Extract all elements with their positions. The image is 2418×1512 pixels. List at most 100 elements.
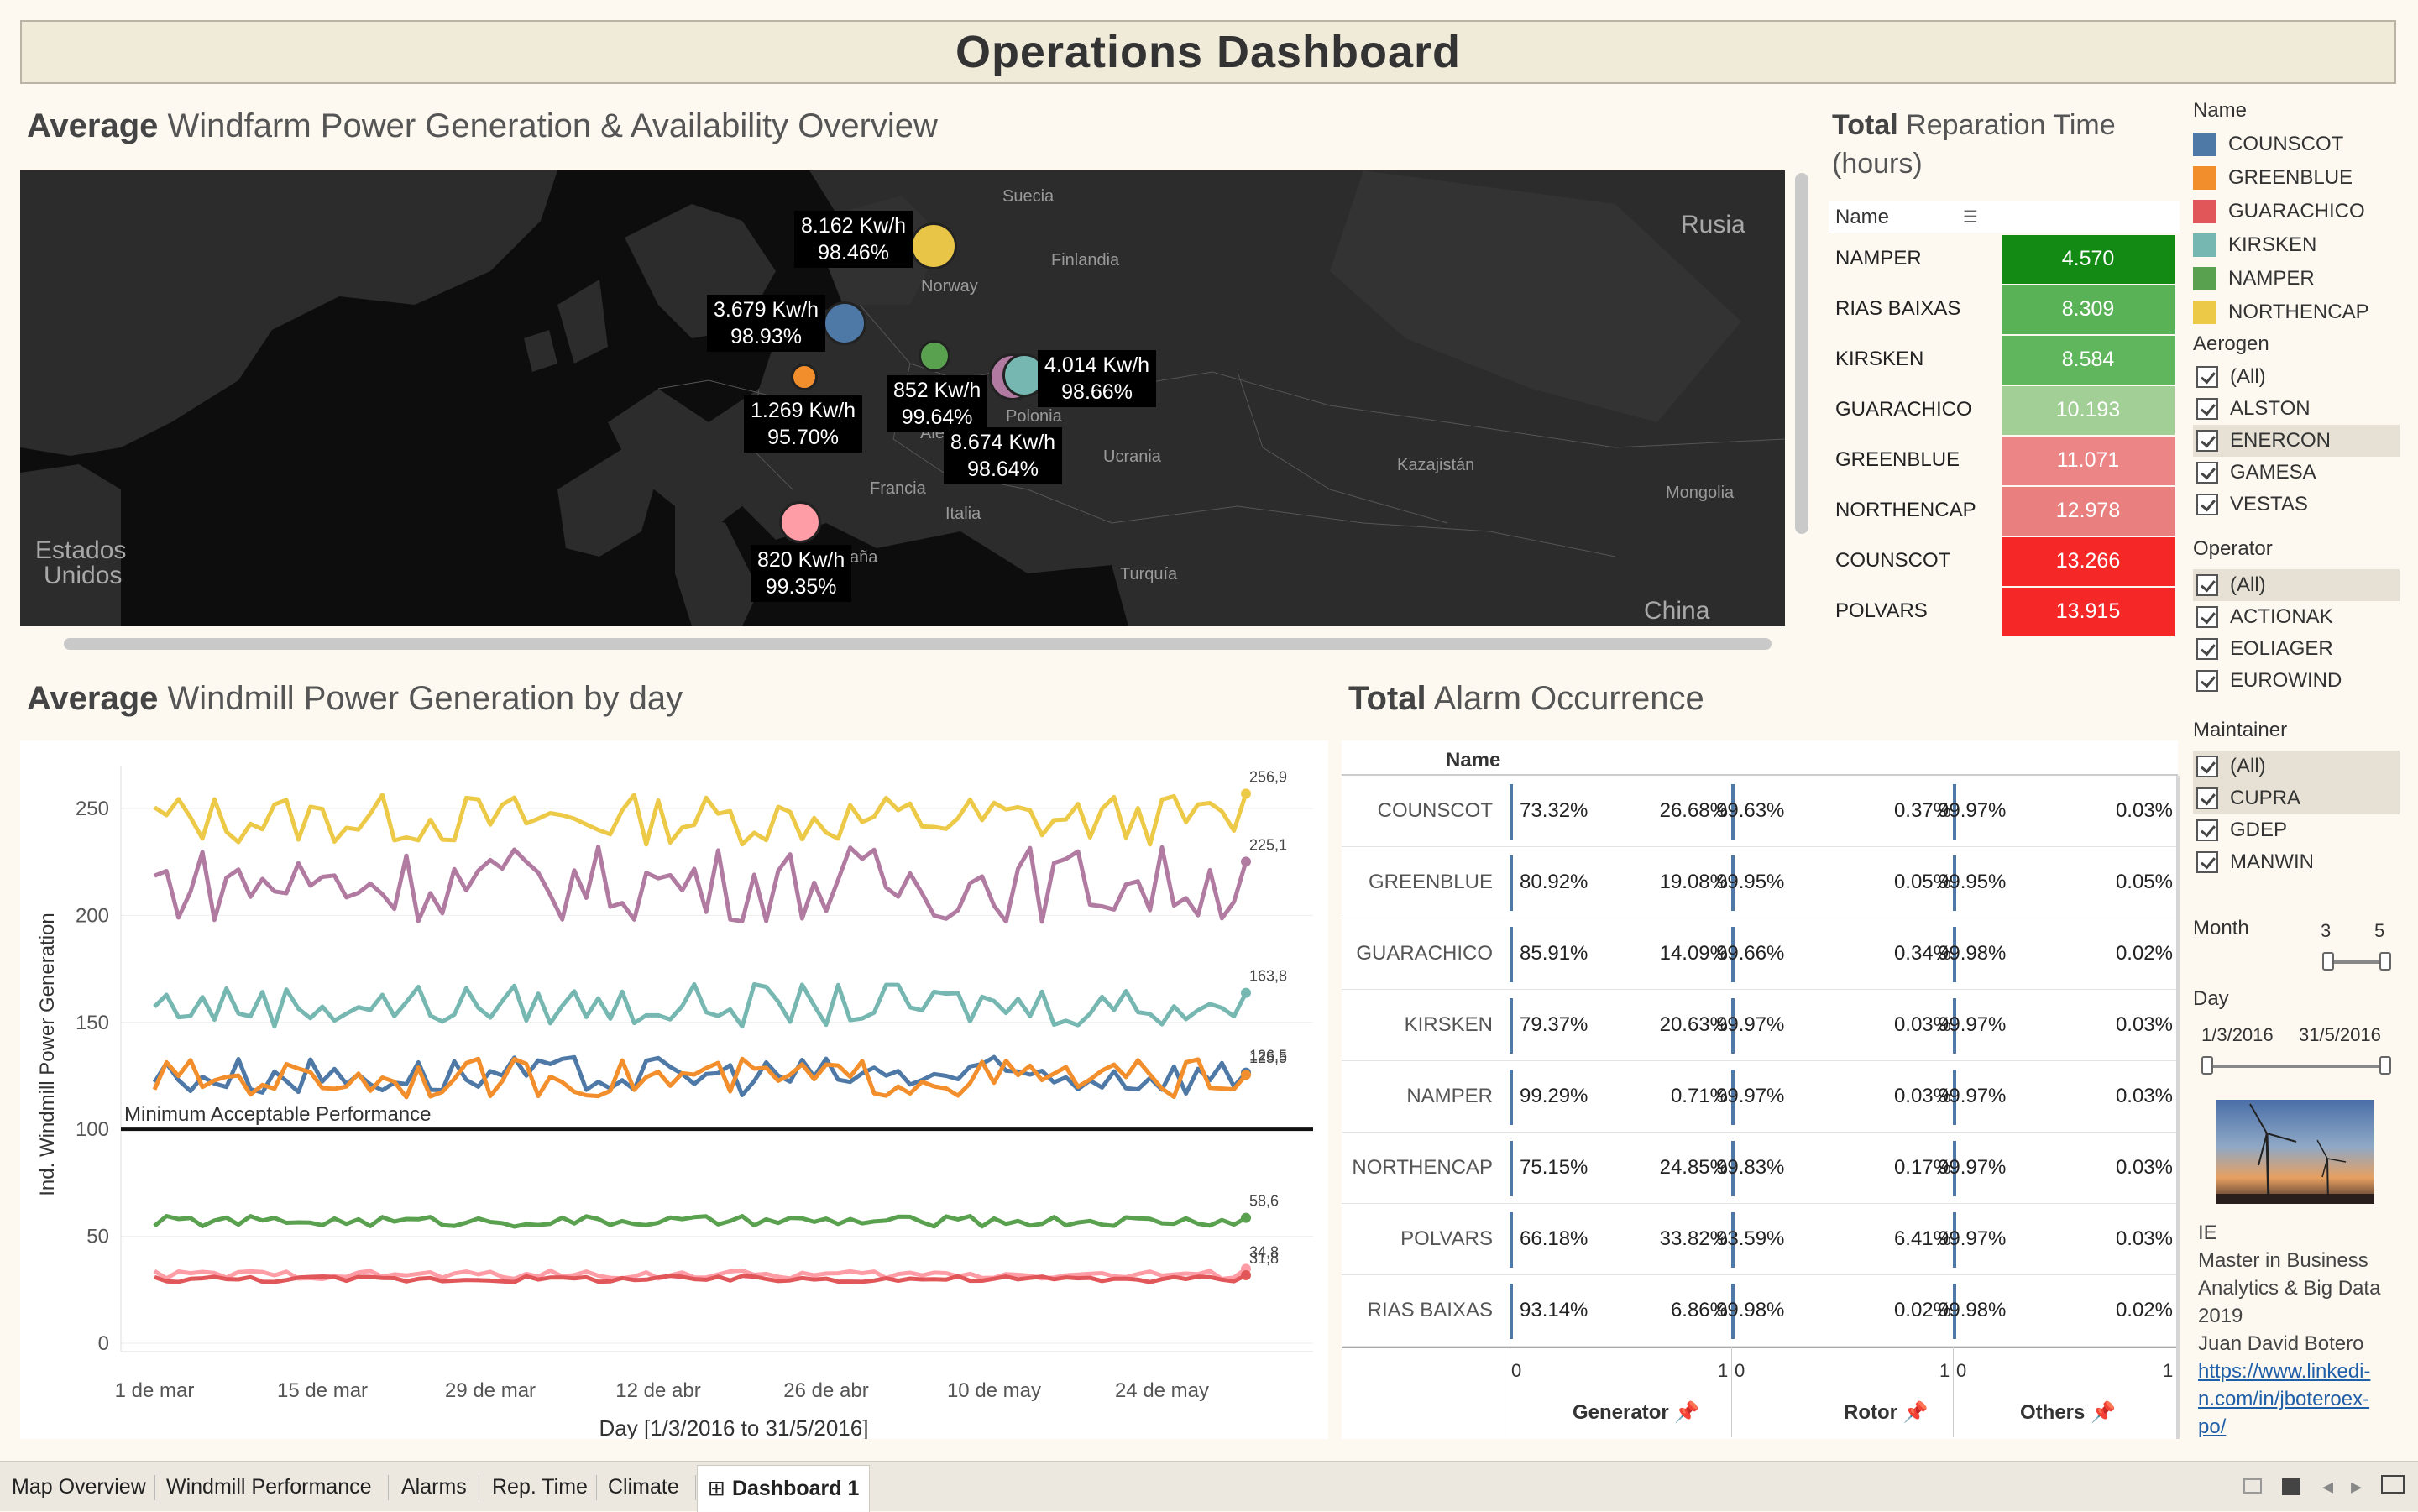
geo-label: Finlandia xyxy=(1051,251,1120,269)
legend-item[interactable]: COUNSCOT xyxy=(2193,128,2400,161)
alarm-row[interactable]: RIAS BAIXAS 93.14% 6.86% 99.98% 0.02% 99.98% 0… xyxy=(1342,1275,2178,1347)
checkbox-checked-icon[interactable] xyxy=(2196,398,2218,420)
rep-row[interactable]: KIRSKEN 8.584 xyxy=(1829,334,2180,385)
rep-row[interactable]: NORTHENCAP 12.978 xyxy=(1829,485,2180,536)
windfarm-bubble-counscot[interactable] xyxy=(823,301,866,345)
map-horizontal-scrollbar[interactable] xyxy=(64,638,1772,650)
series-end-point xyxy=(1241,856,1251,867)
windfarm-map[interactable]: Suecia Finlandia Norway Rusia Polonia Uc… xyxy=(20,170,1785,626)
rep-row-value: 13.266 xyxy=(2002,536,2175,586)
alarm-row[interactable]: GREENBLUE 80.92% 19.08% 99.95% 0.05% 99.95% 0.… xyxy=(1342,847,2178,918)
alarm-row-name: NAMPER xyxy=(1406,1085,1493,1107)
linkedin-link[interactable]: https://www.linkedi-n.com/in/jboteroex-p… xyxy=(2198,1358,2408,1441)
geo-label: Suecia xyxy=(1002,187,1055,206)
rep-row[interactable]: POLVARS 13.915 xyxy=(1829,586,2180,636)
alarm-row[interactable]: GUARACHICO 85.91% 14.09% 99.66% 0.34% 99.98% 0… xyxy=(1342,918,2178,990)
checkbox-checked-icon[interactable] xyxy=(2196,638,2218,660)
filter-option[interactable]: CUPRA xyxy=(2193,782,2400,814)
filter-option[interactable]: EUROWIND xyxy=(2193,665,2400,697)
windfarm-bubble-namper[interactable] xyxy=(919,340,950,372)
next-sheet-icon[interactable]: ▸ xyxy=(2351,1473,2362,1499)
alarm-value: 0.03% xyxy=(2115,1227,2173,1250)
legend-item[interactable]: GREENBLUE xyxy=(2193,161,2400,195)
pin-icon[interactable]: 📌 xyxy=(2091,1401,2116,1424)
day-slider-min-handle[interactable] xyxy=(2201,1056,2213,1075)
filter-option[interactable]: EOLIAGER xyxy=(2193,633,2400,665)
legend-item[interactable]: KIRSKEN xyxy=(2193,228,2400,262)
sheet-tabs: Map Overview Windmill Performance Alarms… xyxy=(0,1461,2418,1512)
month-slider-min-handle[interactable] xyxy=(2322,952,2334,971)
checkbox-checked-icon[interactable] xyxy=(2196,606,2218,628)
rep-row[interactable]: GREENBLUE 11.071 xyxy=(1829,435,2180,485)
rep-row[interactable]: GUARACHICO 10.193 xyxy=(1829,385,2180,435)
filter-option-label: (All) xyxy=(2230,365,2266,388)
y-tick-label: 250 xyxy=(76,798,109,820)
filter-option[interactable]: GAMESA xyxy=(2193,457,2400,489)
rep-row[interactable]: COUNSCOT 13.266 xyxy=(1829,536,2180,586)
checkbox-checked-icon[interactable] xyxy=(2196,574,2218,596)
legend-item[interactable]: NAMPER xyxy=(2193,262,2400,296)
month-slider-track[interactable] xyxy=(2327,960,2386,964)
tab-rep-time[interactable]: Rep. Time xyxy=(482,1470,598,1505)
pin-icon[interactable]: 📌 xyxy=(1903,1401,1929,1424)
day-slider-max-handle[interactable] xyxy=(2379,1056,2391,1075)
bubble-label-greenblue: 1.269 Kw/h 95.70% xyxy=(744,395,863,453)
alarm-bar xyxy=(1510,998,1513,1054)
checkbox-checked-icon[interactable] xyxy=(2196,670,2218,692)
filter-option[interactable]: ALSTON xyxy=(2193,393,2400,425)
checkbox-checked-icon[interactable] xyxy=(2196,430,2218,452)
filter-option[interactable]: (All) xyxy=(2193,361,2400,393)
filter-option[interactable]: (All) xyxy=(2193,751,2400,782)
tab-climate[interactable]: Climate xyxy=(598,1470,689,1505)
grid-view-icon[interactable] xyxy=(2243,1478,2262,1494)
alarm-value: 0.02% xyxy=(2115,942,2173,965)
legend-swatch xyxy=(2193,133,2216,156)
alarm-row[interactable]: POLVARS 66.18% 33.82% 93.59% 6.41% 99.97% 0.03… xyxy=(1342,1204,2178,1275)
alarm-row[interactable]: KIRSKEN 79.37% 20.63% 99.97% 0.03% 99.97% 0.03… xyxy=(1342,990,2178,1061)
pin-icon[interactable]: 📌 xyxy=(1674,1401,1699,1424)
series-end-label: 31,8 xyxy=(1249,1250,1279,1267)
tab-alarms[interactable]: Alarms xyxy=(391,1470,477,1505)
tab-map-overview[interactable]: Map Overview xyxy=(2,1470,156,1505)
day-slider-track[interactable] xyxy=(2208,1065,2386,1068)
checkbox-checked-icon[interactable] xyxy=(2196,756,2218,777)
alarm-scrollbar[interactable] xyxy=(2176,776,2180,1439)
maintainer-filter: (All) CUPRA GDEP MANWIN xyxy=(2193,751,2400,878)
month-slider-max-handle[interactable] xyxy=(2379,952,2391,971)
filter-option[interactable]: (All) xyxy=(2193,569,2400,601)
checkbox-checked-icon[interactable] xyxy=(2196,851,2218,873)
alarm-row[interactable]: COUNSCOT 73.32% 26.68% 99.63% 0.37% 99.97% 0.0… xyxy=(1342,776,2178,847)
filter-option[interactable]: GDEP xyxy=(2193,814,2400,846)
rep-row[interactable]: NAMPER 4.570 xyxy=(1829,233,2180,284)
filmstrip-icon[interactable] xyxy=(2282,1478,2300,1495)
filter-option[interactable]: VESTAS xyxy=(2193,489,2400,521)
checkbox-checked-icon[interactable] xyxy=(2196,366,2218,388)
alarm-value: 0.03% xyxy=(2115,1085,2173,1107)
filter-option[interactable]: ACTIONAK xyxy=(2193,601,2400,633)
map-vertical-scrollbar[interactable] xyxy=(1795,173,1808,534)
legend-item[interactable]: GUARACHICO xyxy=(2193,195,2400,228)
tab-windmill-performance[interactable]: Windmill Performance xyxy=(156,1470,382,1505)
checkbox-checked-icon[interactable] xyxy=(2196,787,2218,809)
rep-row[interactable]: RIAS BAIXAS 8.309 xyxy=(1829,284,2180,334)
filter-option[interactable]: MANWIN xyxy=(2193,846,2400,878)
checkbox-checked-icon[interactable] xyxy=(2196,462,2218,484)
geo-label: Ucrania xyxy=(1103,447,1161,466)
windfarm-bubble-northencap[interactable] xyxy=(910,222,957,269)
alarm-row[interactable]: NAMPER 99.29% 0.71% 99.97% 0.03% 99.97% 0.03% xyxy=(1342,1061,2178,1133)
windfarm-bubble-greenblue[interactable] xyxy=(791,364,818,390)
rep-time-table: Name ☰ NAMPER 4.570 RIAS BAIXAS 8.309 KIRSKE… xyxy=(1829,201,2180,636)
filter-option-label: ALSTON xyxy=(2230,397,2311,420)
alarm-row[interactable]: NORTHENCAP 75.15% 24.85% 99.83% 0.17% 99.97% 0… xyxy=(1342,1133,2178,1204)
tab-dashboard-1[interactable]: ⊞ Dashboard 1 xyxy=(697,1465,871,1512)
prev-sheet-icon[interactable]: ◂ xyxy=(2322,1473,2333,1499)
checkbox-checked-icon[interactable] xyxy=(2196,494,2218,515)
presentation-icon[interactable] xyxy=(2381,1475,2405,1494)
checkbox-checked-icon[interactable] xyxy=(2196,819,2218,841)
filter-option[interactable]: ENERCON xyxy=(2193,425,2400,457)
power-line-chart[interactable]: 0 50 100 150 200 250 1 de mar 15 de mar 29 de ma… xyxy=(20,740,1328,1441)
legend-item[interactable]: NORTHENCAP xyxy=(2193,296,2400,329)
sort-icon[interactable]: ☰ xyxy=(1963,207,1978,228)
filter-option-label: ACTIONAK xyxy=(2230,605,2333,628)
windfarm-bubble-guarachico[interactable] xyxy=(779,501,821,543)
